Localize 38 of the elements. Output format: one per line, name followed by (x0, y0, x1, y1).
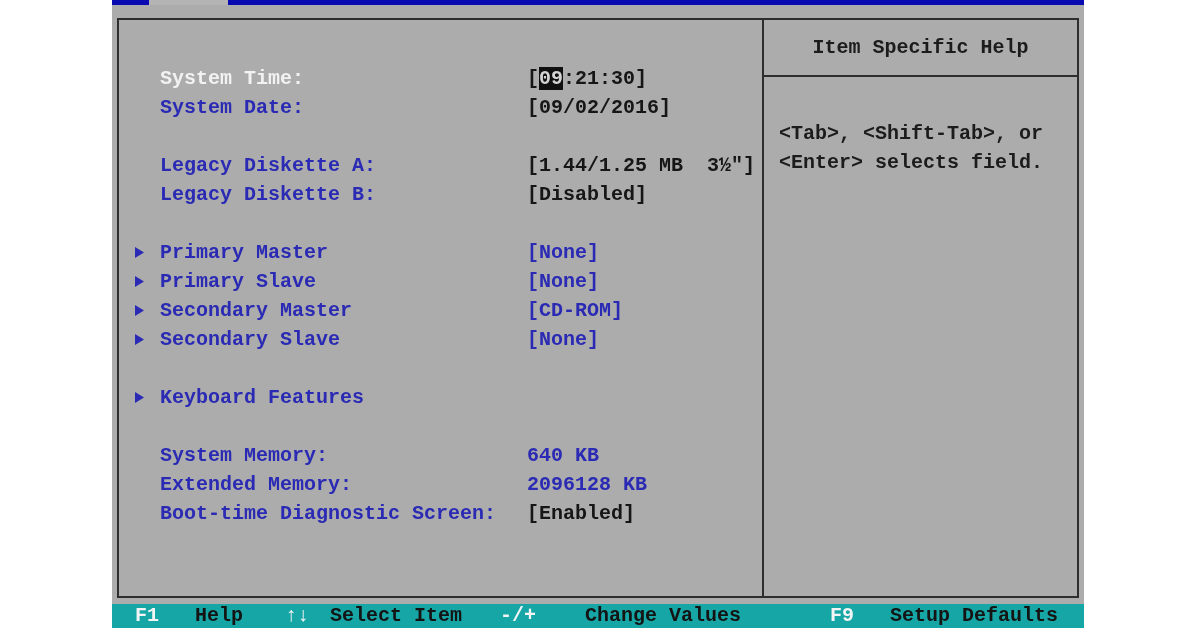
shortcut-key: F9 (830, 604, 854, 628)
setting-value: 640 KB (527, 443, 599, 469)
setting-label[interactable]: System Date: (160, 93, 305, 122)
menu-tab[interactable] (149, 0, 228, 5)
setting-value[interactable]: [1.44/1.25 MB 3½"] (527, 151, 756, 180)
submenu-item[interactable]: Keyboard Features (160, 383, 365, 412)
setting-label[interactable]: System Memory: (160, 441, 329, 470)
submenu-item[interactable]: Primary Slave (160, 267, 317, 296)
shortcut-label: Setup Defaults (890, 604, 1059, 628)
triangle-right-icon (135, 276, 144, 287)
help-text: <Tab>, <Shift-Tab>, or <Enter> selects field. (779, 121, 1045, 176)
setting-value: [None] (527, 240, 599, 266)
setting-value[interactable]: [09:21:30] (527, 64, 648, 93)
setting-value: [None] (527, 269, 599, 295)
setting-value[interactable]: [09/02/2016] (527, 93, 672, 122)
setting-value[interactable]: [Disabled] (527, 180, 648, 209)
shortcut-label: Select Item (330, 604, 463, 628)
setting-value: 2096128 KB (527, 472, 648, 498)
triangle-right-icon (135, 305, 144, 316)
setting-label[interactable]: Legacy Diskette B: (160, 180, 377, 209)
shortcut-key: F1 (135, 604, 159, 628)
triangle-right-icon (135, 247, 144, 258)
submenu-item[interactable]: Secondary Slave (160, 325, 341, 354)
setting-label[interactable]: Legacy Diskette A: (160, 151, 377, 180)
help-title: Item Specific Help (812, 35, 1029, 61)
shortcut-label: Change Values (585, 604, 742, 628)
setting-value: [None] (527, 327, 599, 353)
shortcut-key: -/+ (500, 604, 536, 628)
triangle-right-icon (135, 334, 144, 345)
submenu-item[interactable]: Primary Master (160, 238, 329, 267)
triangle-right-icon (135, 392, 144, 403)
submenu-item[interactable]: Secondary Master (160, 296, 353, 325)
shortcut-label: Help (195, 604, 243, 628)
setting-label[interactable]: Boot-time Diagnostic Screen: (160, 499, 497, 528)
setting-value: [CD-ROM] (527, 298, 623, 324)
shortcut-key: ↑↓ (285, 604, 309, 628)
setting-label[interactable]: Extended Memory: (160, 470, 353, 499)
setting-value[interactable]: [Enabled] (527, 499, 636, 528)
